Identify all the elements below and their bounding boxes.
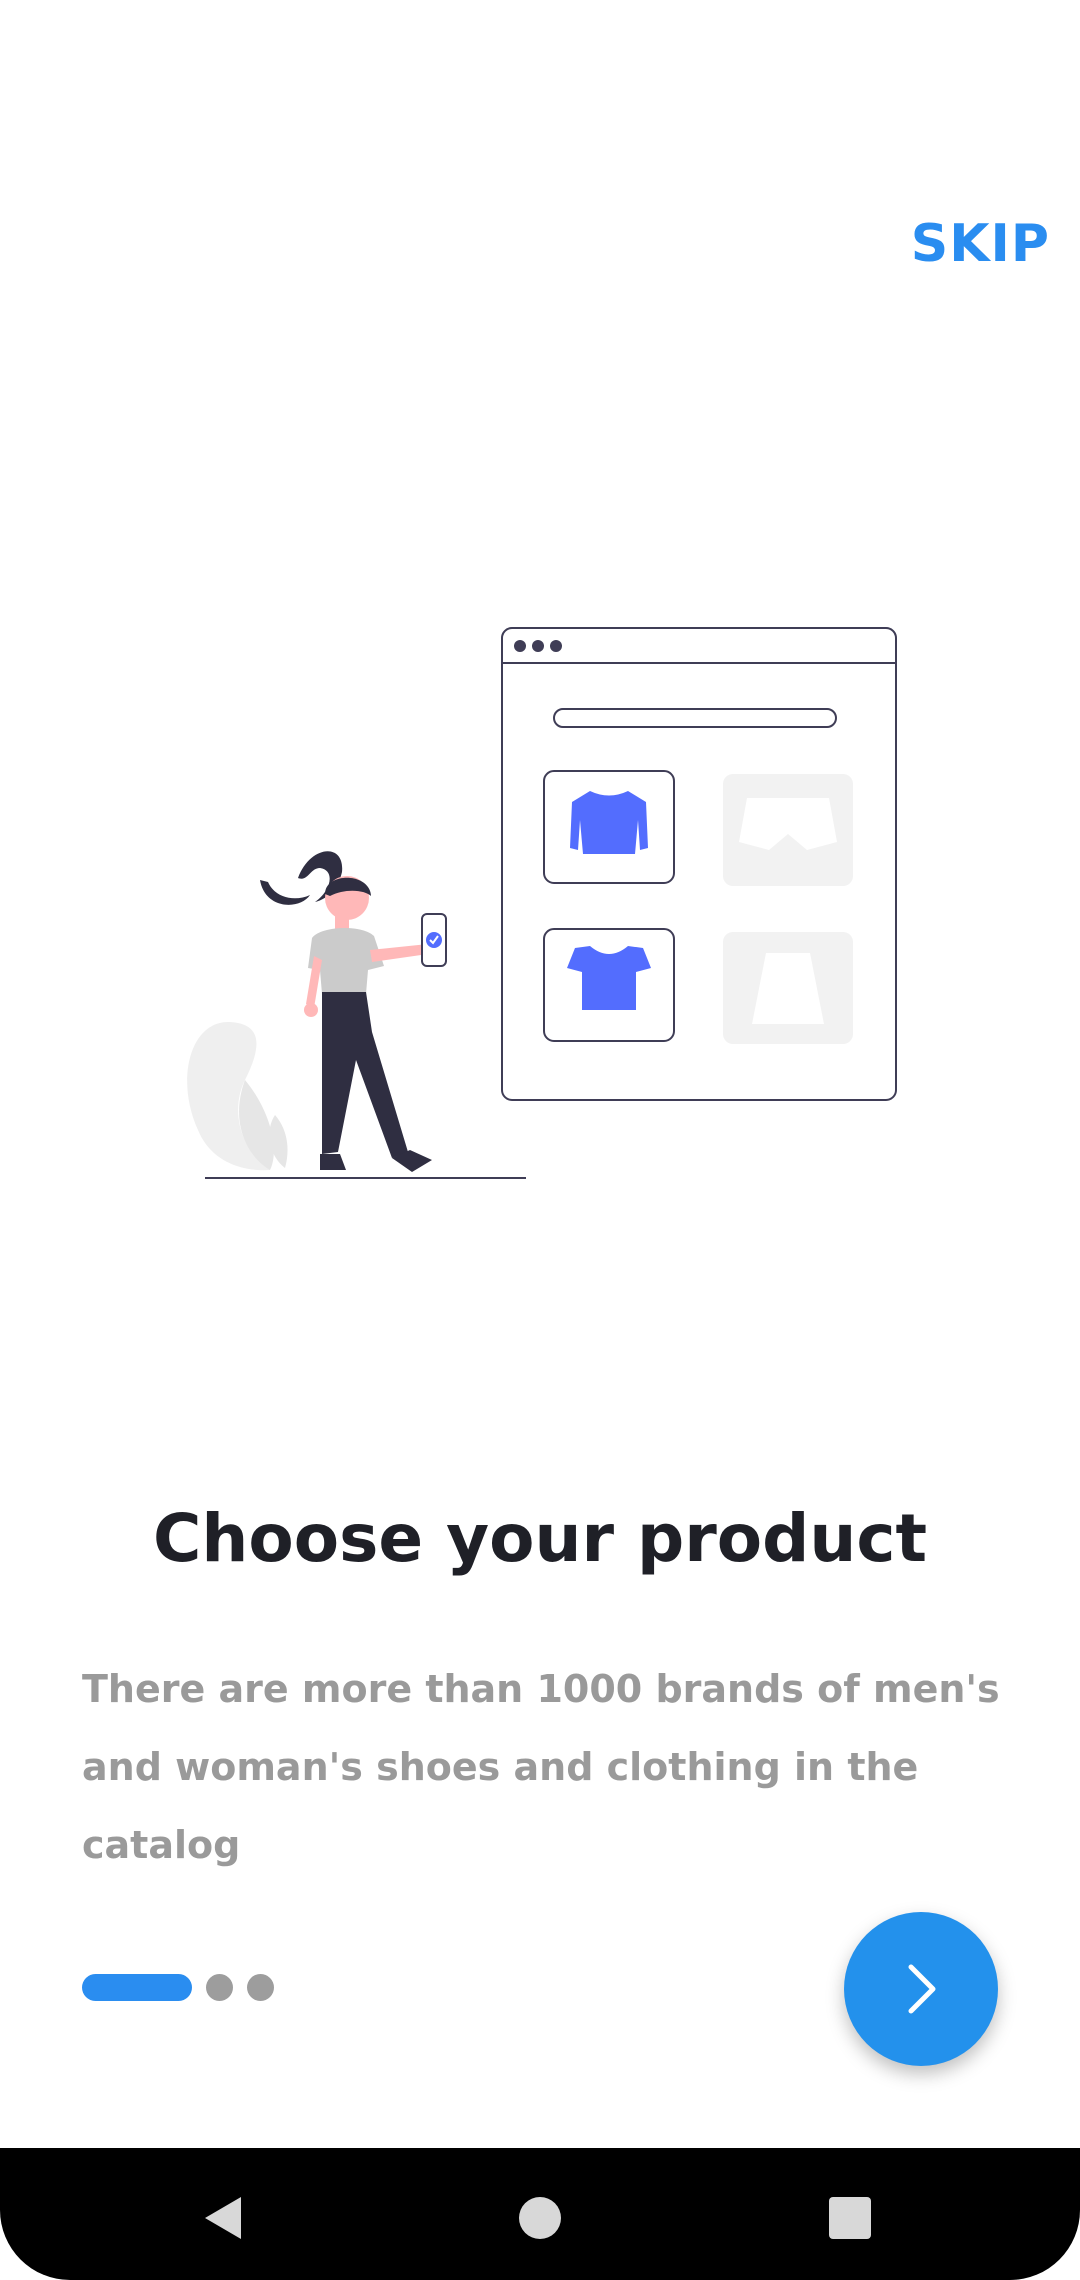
page-indicator-dot	[206, 1974, 233, 2001]
nav-back-button[interactable]	[194, 2188, 254, 2248]
page-indicator-dot	[247, 1974, 274, 2001]
skip-button[interactable]: SKIP	[911, 214, 1050, 274]
onboarding-description: There are more than 1000 brands of men's…	[82, 1667, 1000, 1867]
woman-illustration	[260, 851, 447, 1172]
page-indicator	[82, 1974, 274, 2001]
browser-window-illustration	[501, 627, 897, 1101]
plant-illustration	[187, 1021, 288, 1171]
page-indicator-dot-active	[82, 1974, 192, 2001]
recents-square-icon	[829, 2197, 871, 2239]
onboarding-screen: SKIP Choose your product There are more …	[0, 0, 1080, 2280]
home-circle-icon	[519, 2197, 561, 2239]
nav-home-button[interactable]	[510, 2188, 570, 2248]
chevron-right-icon	[908, 1964, 936, 2014]
next-button[interactable]	[844, 1912, 998, 2066]
nav-recents-button[interactable]	[820, 2188, 880, 2248]
system-navigation-bar	[0, 2148, 1080, 2280]
onboarding-title: Choose your product	[152, 1500, 928, 1577]
back-triangle-icon	[205, 2197, 241, 2239]
shopping-illustration	[187, 627, 897, 1179]
